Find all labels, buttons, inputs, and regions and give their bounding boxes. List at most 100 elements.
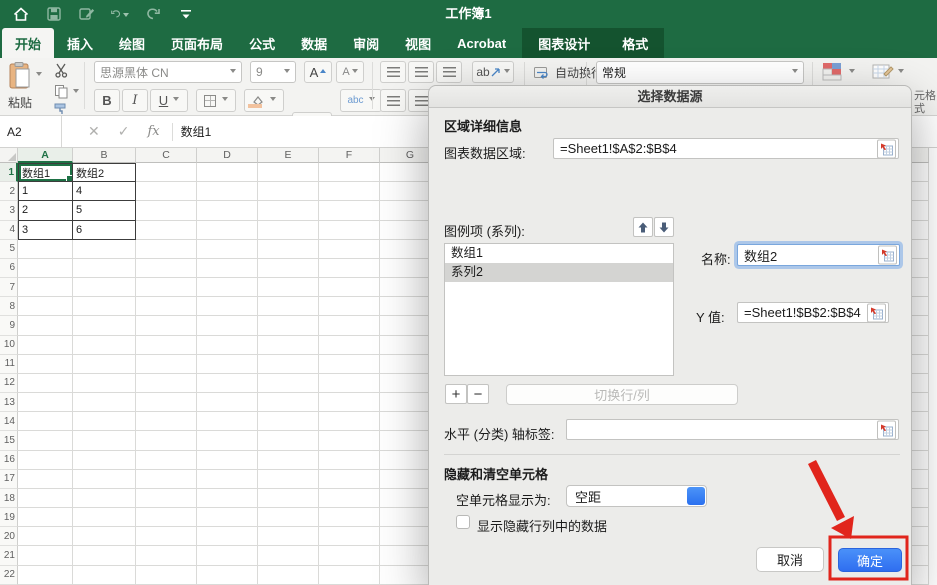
cell-F7[interactable] xyxy=(319,278,380,297)
cell-C17[interactable] xyxy=(136,470,197,489)
cell-B10[interactable] xyxy=(73,336,136,355)
cell-D22[interactable] xyxy=(197,566,258,585)
format-as-table-button[interactable] xyxy=(872,62,904,82)
cell-B9[interactable] xyxy=(73,316,136,335)
number-format-select[interactable]: 常规 xyxy=(596,61,804,84)
cell-E5[interactable] xyxy=(258,240,319,259)
cell-C9[interactable] xyxy=(136,316,197,335)
ok-button[interactable]: 确定 xyxy=(838,548,902,572)
cell-A3[interactable]: 2 xyxy=(18,201,73,220)
cell-C7[interactable] xyxy=(136,278,197,297)
cell-A22[interactable] xyxy=(18,566,73,585)
cell-E20[interactable] xyxy=(258,527,319,546)
cancel-entry-icon[interactable]: ✕ xyxy=(88,123,100,140)
cell-D7[interactable] xyxy=(197,278,258,297)
save-icon[interactable] xyxy=(45,6,63,22)
remove-series-button[interactable]: − xyxy=(467,384,489,404)
cell-F3[interactable] xyxy=(319,201,380,220)
tab-页面布局[interactable]: 页面布局 xyxy=(158,28,236,58)
cell-D18[interactable] xyxy=(197,489,258,508)
series-name-input[interactable]: 数组2 xyxy=(737,244,900,266)
cell-F17[interactable] xyxy=(319,470,380,489)
row-header-16[interactable]: 16 xyxy=(0,451,18,470)
range-selector-icon[interactable] xyxy=(878,246,897,265)
series-list-item[interactable]: 数组1 xyxy=(445,244,673,263)
column-header-E[interactable]: E xyxy=(258,148,319,163)
row-header-13[interactable]: 13 xyxy=(0,393,18,412)
cell-E18[interactable] xyxy=(258,489,319,508)
cell-C3[interactable] xyxy=(136,201,197,220)
cell-B5[interactable] xyxy=(73,240,136,259)
cell-F4[interactable] xyxy=(319,221,380,240)
align-left-button[interactable] xyxy=(380,89,406,112)
cell-A4[interactable]: 3 xyxy=(18,221,73,240)
tab-插入[interactable]: 插入 xyxy=(54,28,106,58)
cell-B11[interactable] xyxy=(73,355,136,374)
cell-styles-label-clipped[interactable]: 元格 式 xyxy=(914,90,936,116)
name-box[interactable]: A2 xyxy=(0,116,62,147)
cell-A1[interactable]: 数组1 xyxy=(18,163,73,182)
cell-A21[interactable] xyxy=(18,546,73,565)
cell-C15[interactable] xyxy=(136,431,197,450)
cell-E22[interactable] xyxy=(258,566,319,585)
cell-D20[interactable] xyxy=(197,527,258,546)
cell-A15[interactable] xyxy=(18,431,73,450)
cell-C2[interactable] xyxy=(136,182,197,201)
cell-E12[interactable] xyxy=(258,374,319,393)
italic-button[interactable]: I xyxy=(122,89,148,112)
cell-B15[interactable] xyxy=(73,431,136,450)
cell-C16[interactable] xyxy=(136,451,197,470)
cell-D2[interactable] xyxy=(197,182,258,201)
cell-C4[interactable] xyxy=(136,221,197,240)
move-series-up-button[interactable] xyxy=(633,217,653,237)
cell-D6[interactable] xyxy=(197,259,258,278)
cell-F18[interactable] xyxy=(319,489,380,508)
underline-button[interactable]: U xyxy=(150,89,188,112)
cell-C14[interactable] xyxy=(136,412,197,431)
cell-E13[interactable] xyxy=(258,393,319,412)
cell-A19[interactable] xyxy=(18,508,73,527)
column-header-A[interactable]: A xyxy=(18,148,73,163)
confirm-entry-icon[interactable]: ✓ xyxy=(118,123,130,140)
align-top-button[interactable] xyxy=(380,61,406,83)
tab-数据[interactable]: 数据 xyxy=(288,28,340,58)
tab-绘图[interactable]: 绘图 xyxy=(106,28,158,58)
cancel-button[interactable]: 取消 xyxy=(756,547,824,572)
cell-D5[interactable] xyxy=(197,240,258,259)
show-hidden-checkbox[interactable] xyxy=(456,515,470,529)
tab-Acrobat[interactable]: Acrobat xyxy=(444,28,519,58)
cell-A9[interactable] xyxy=(18,316,73,335)
empty-cells-select[interactable]: 空距 xyxy=(566,485,707,507)
row-header-15[interactable]: 15 xyxy=(0,431,18,450)
range-selector-icon[interactable] xyxy=(877,420,896,439)
range-selector-icon[interactable] xyxy=(867,303,886,322)
cell-A13[interactable] xyxy=(18,393,73,412)
cell-A16[interactable] xyxy=(18,451,73,470)
font-size-select[interactable]: 9 xyxy=(250,61,296,83)
cell-D19[interactable] xyxy=(197,508,258,527)
cell-C20[interactable] xyxy=(136,527,197,546)
row-header-1[interactable]: 1 xyxy=(0,163,18,182)
row-header-5[interactable]: 5 xyxy=(0,240,18,259)
cell-F6[interactable] xyxy=(319,259,380,278)
cell-F14[interactable] xyxy=(319,412,380,431)
fill-color-button[interactable] xyxy=(244,89,284,112)
cell-B7[interactable] xyxy=(73,278,136,297)
cell-E11[interactable] xyxy=(258,355,319,374)
cell-E9[interactable] xyxy=(258,316,319,335)
cell-E19[interactable] xyxy=(258,508,319,527)
range-selector-icon[interactable] xyxy=(877,139,896,158)
cell-D16[interactable] xyxy=(197,451,258,470)
cell-C19[interactable] xyxy=(136,508,197,527)
cell-F21[interactable] xyxy=(319,546,380,565)
cell-D12[interactable] xyxy=(197,374,258,393)
row-header-22[interactable]: 22 xyxy=(0,566,18,585)
cell-E15[interactable] xyxy=(258,431,319,450)
row-header-11[interactable]: 11 xyxy=(0,355,18,374)
cell-D10[interactable] xyxy=(197,336,258,355)
cell-A7[interactable] xyxy=(18,278,73,297)
cell-A18[interactable] xyxy=(18,489,73,508)
shrink-font-button[interactable]: A xyxy=(336,61,364,83)
cell-A17[interactable] xyxy=(18,470,73,489)
cell-D3[interactable] xyxy=(197,201,258,220)
